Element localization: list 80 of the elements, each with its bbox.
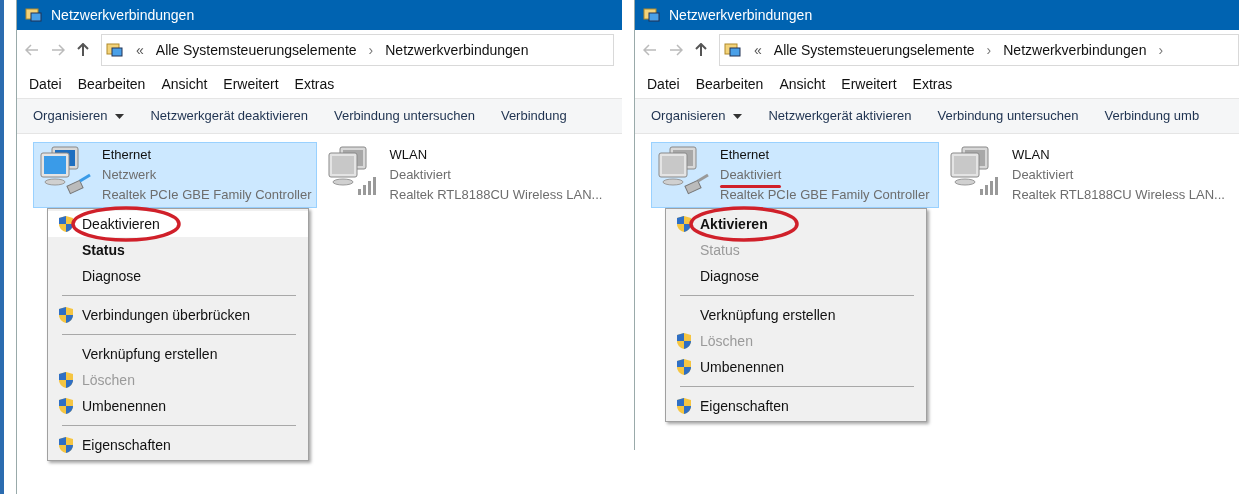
shield-icon bbox=[58, 397, 74, 415]
context-menu-item[interactable]: Deaktivieren bbox=[48, 211, 308, 237]
toolbar-button[interactable]: Netzwerkgerät deaktivieren bbox=[150, 106, 308, 126]
shield-icon bbox=[676, 397, 692, 415]
menu-bar-item[interactable]: Erweitert bbox=[841, 73, 897, 95]
menu-bar-item[interactable]: Datei bbox=[29, 73, 62, 95]
connection-status: Deaktiviert bbox=[389, 167, 451, 182]
toolbar-button[interactable]: Organisieren bbox=[33, 106, 125, 126]
connection-device: Realtek PCIe GBE Family Controller bbox=[102, 186, 312, 204]
window-title: Netzwerkverbindungen bbox=[669, 5, 813, 25]
network-folder-icon bbox=[25, 7, 43, 23]
connection-name: WLAN bbox=[389, 146, 429, 164]
breadcrumb-item[interactable]: Alle Systemsteuerungselemente bbox=[773, 39, 975, 61]
shield-icon bbox=[676, 332, 692, 350]
breadcrumb-back-mark: « bbox=[136, 40, 144, 60]
shield-icon bbox=[58, 215, 74, 233]
back-arrow-icon[interactable] bbox=[25, 44, 39, 56]
menu-bar-item[interactable]: Ansicht bbox=[161, 73, 208, 95]
up-arrow-icon[interactable] bbox=[695, 43, 707, 57]
context-menu-item[interactable]: Status bbox=[48, 237, 308, 263]
menu-bar-item[interactable]: Bearbeiten bbox=[695, 73, 764, 95]
shield-icon bbox=[676, 215, 692, 233]
connection-tile[interactable]: WLAN Deaktiviert Realtek RTL8188CU Wireless LAN... bbox=[943, 142, 1231, 208]
connection-device: Realtek RTL8188CU Wireless LAN... bbox=[1012, 186, 1225, 204]
connection-device: Realtek PCIe GBE Family Controller bbox=[720, 186, 930, 204]
context-menu-item[interactable]: Verknüpfung erstellen bbox=[48, 341, 308, 367]
connection-name: WLAN bbox=[1012, 146, 1051, 164]
context-menu-item[interactable]: Umbenennen bbox=[48, 393, 308, 419]
control-panel-icon bbox=[106, 42, 124, 58]
control-panel-icon bbox=[724, 42, 742, 58]
address-bar[interactable]: « Alle Systemsteuerungselemente › Netzwerkverbindungen › bbox=[719, 34, 1239, 66]
up-arrow-icon[interactable] bbox=[77, 43, 89, 57]
connection-status: Deaktiviert bbox=[720, 167, 782, 182]
connection-device: Realtek RTL8188CU Wireless LAN... bbox=[389, 186, 603, 204]
menu-bar-item[interactable]: Datei bbox=[647, 73, 680, 95]
menu-bar-item[interactable]: Erweitert bbox=[223, 73, 279, 95]
menu-bar-item[interactable]: Ansicht bbox=[779, 73, 826, 95]
caret-icon bbox=[115, 113, 125, 119]
toolbar-button[interactable]: Organisieren bbox=[651, 106, 743, 126]
breadcrumb-item[interactable]: Alle Systemsteuerungselemente bbox=[155, 39, 357, 61]
forward-arrow-icon[interactable] bbox=[51, 44, 65, 56]
toolbar-button[interactable]: Verbindung untersuchen bbox=[333, 106, 475, 126]
breadcrumb-separator: › bbox=[1158, 40, 1164, 60]
toolbar-button[interactable]: Verbindung bbox=[500, 106, 567, 126]
breadcrumb-back-mark: « bbox=[754, 40, 762, 60]
window-title: Netzwerkverbindungen bbox=[51, 5, 195, 25]
connection-tile[interactable]: WLAN Deaktiviert Realtek RTL8188CU Wireless LAN... bbox=[320, 142, 608, 208]
menu-bar-item[interactable]: Extras bbox=[912, 73, 953, 95]
address-bar[interactable]: « Alle Systemsteuerungselemente › Netzwerkverbindungen bbox=[101, 34, 614, 66]
back-arrow-icon[interactable] bbox=[643, 44, 657, 56]
context-menu-item[interactable]: Verknüpfung erstellen bbox=[666, 302, 926, 328]
context-menu-item[interactable]: Diagnose bbox=[48, 263, 308, 289]
connection-tile[interactable]: Ethernet Netzwerk Realtek PCIe GBE Family Controller bbox=[33, 142, 317, 208]
breadcrumb-item[interactable]: Netzwerkverbindungen bbox=[385, 39, 529, 61]
toolbar-button[interactable]: Verbindung untersuchen bbox=[937, 106, 1079, 126]
shield-icon bbox=[58, 436, 74, 454]
toolbar-button[interactable]: Netzwerkgerät aktivieren bbox=[768, 106, 912, 126]
connection-status: Netzwerk bbox=[102, 167, 157, 182]
connection-status: Deaktiviert bbox=[1012, 167, 1074, 182]
caret-icon bbox=[733, 113, 743, 119]
shield-icon bbox=[58, 306, 74, 324]
connection-name: Ethernet bbox=[720, 146, 771, 164]
toolbar-button[interactable]: Verbindung umb bbox=[1104, 106, 1200, 126]
context-menu-item[interactable]: Diagnose bbox=[666, 263, 926, 289]
context-menu-item[interactable]: Umbenennen bbox=[666, 354, 926, 380]
breadcrumb-separator: › bbox=[986, 40, 992, 60]
context-menu-item[interactable]: Eigenschaften bbox=[48, 432, 308, 458]
breadcrumb-item[interactable]: Netzwerkverbindungen bbox=[1003, 39, 1147, 61]
menu-bar-item[interactable]: Bearbeiten bbox=[77, 73, 146, 95]
context-menu-item[interactable]: Verbindungen überbrücken bbox=[48, 302, 308, 328]
forward-arrow-icon[interactable] bbox=[669, 44, 683, 56]
shield-icon bbox=[676, 358, 692, 376]
context-menu-item[interactable]: Eigenschaften bbox=[666, 393, 926, 419]
connection-name: Ethernet bbox=[102, 146, 153, 164]
network-folder-icon bbox=[643, 7, 661, 23]
shield-icon bbox=[58, 371, 74, 389]
breadcrumb-separator: › bbox=[368, 40, 374, 60]
menu-bar-item[interactable]: Extras bbox=[294, 73, 335, 95]
connection-tile[interactable]: Ethernet Deaktiviert Realtek PCIe GBE Family Controller bbox=[651, 142, 939, 208]
context-menu-item[interactable]: Aktivieren bbox=[666, 211, 926, 237]
